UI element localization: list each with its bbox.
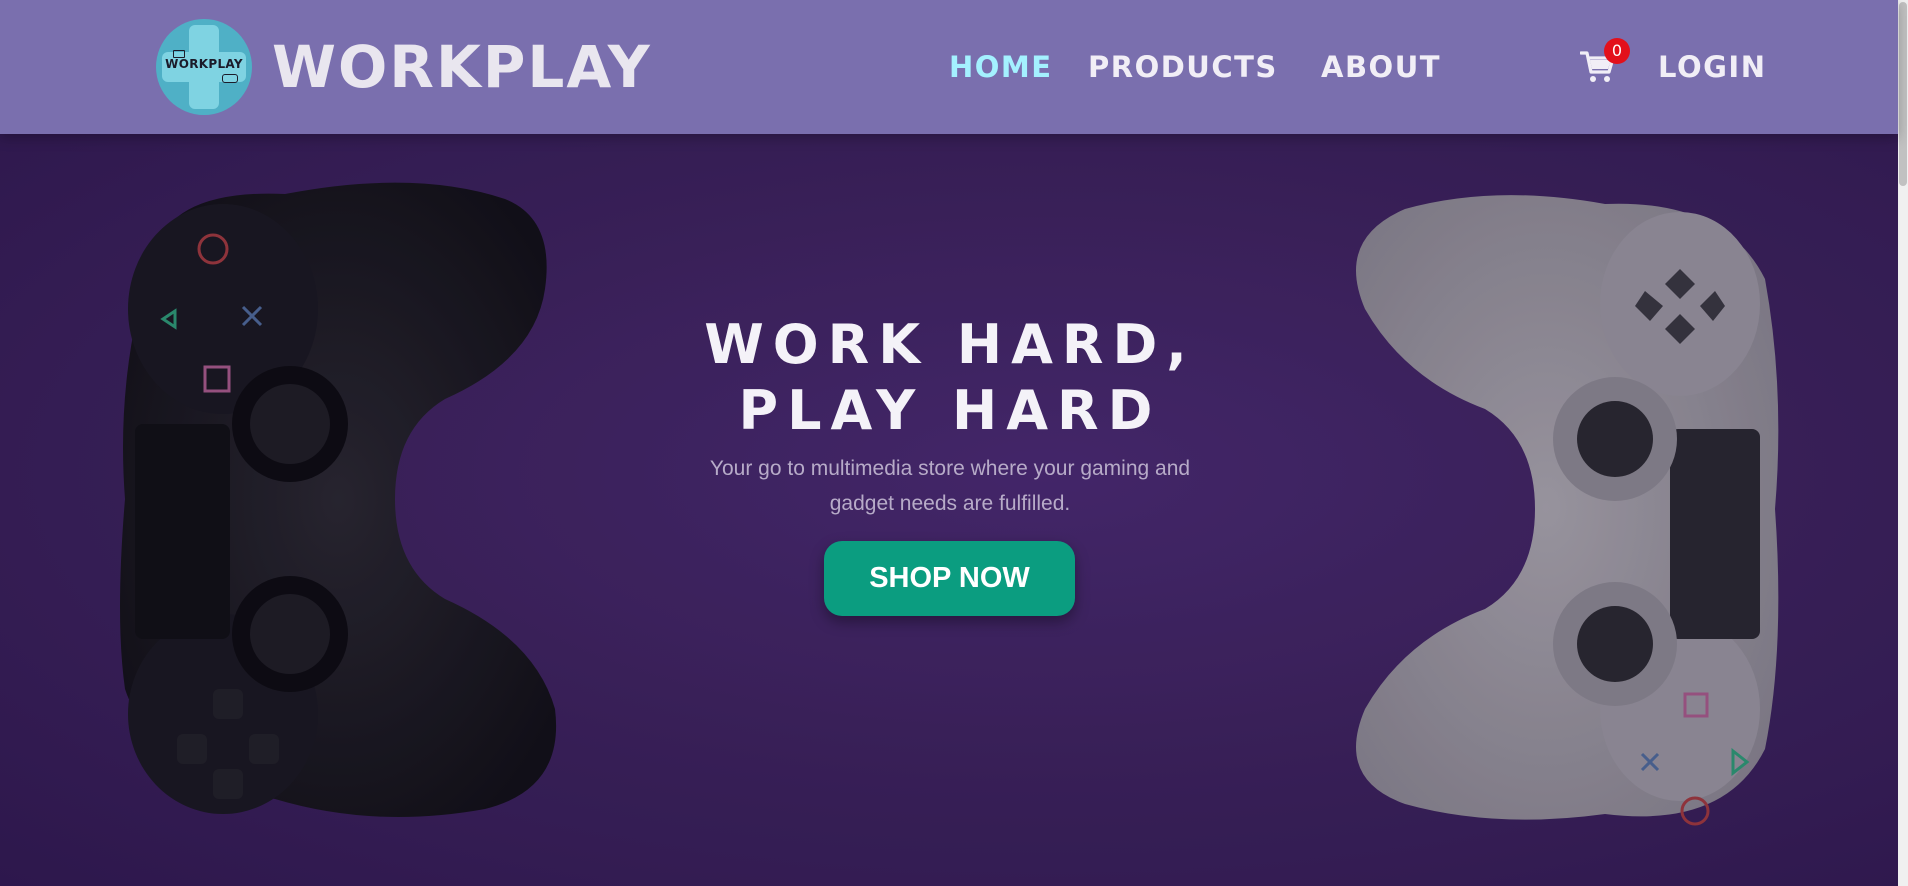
- navbar: WORKPLAY WORKPLAY HOME PRODUCTS ABOUT 0 …: [0, 0, 1898, 134]
- page-scrollbar[interactable]: [1898, 0, 1908, 886]
- cart-count-badge: 0: [1604, 38, 1630, 64]
- cart-button[interactable]: 0: [1580, 38, 1630, 84]
- hero-section: WORK HARD, PLAY HARD Your go to multimed…: [0, 134, 1898, 886]
- logo-gamepad-icon: [222, 74, 238, 83]
- hero-title: WORK HARD, PLAY HARD: [650, 312, 1250, 444]
- page: WORKPLAY WORKPLAY HOME PRODUCTS ABOUT 0 …: [0, 0, 1908, 886]
- logo-badge-text: WORKPLAY: [165, 57, 243, 71]
- shop-now-button[interactable]: SHOP NOW: [824, 541, 1075, 616]
- nav-about-link[interactable]: ABOUT: [1321, 46, 1441, 88]
- scrollbar-thumb[interactable]: [1899, 2, 1907, 186]
- hero-title-line-1: WORK HARD,: [704, 313, 1196, 377]
- nav-products-link[interactable]: PRODUCTS: [1088, 46, 1278, 88]
- hero-title-line-2: PLAY HARD: [738, 379, 1162, 443]
- brand-name[interactable]: WORKPLAY: [272, 30, 652, 104]
- nav-home-link[interactable]: HOME: [949, 46, 1053, 88]
- hero-subtitle: Your go to multimedia store where your g…: [709, 457, 1191, 515]
- logo-badge[interactable]: WORKPLAY: [156, 19, 252, 115]
- login-link[interactable]: LOGIN: [1658, 46, 1766, 88]
